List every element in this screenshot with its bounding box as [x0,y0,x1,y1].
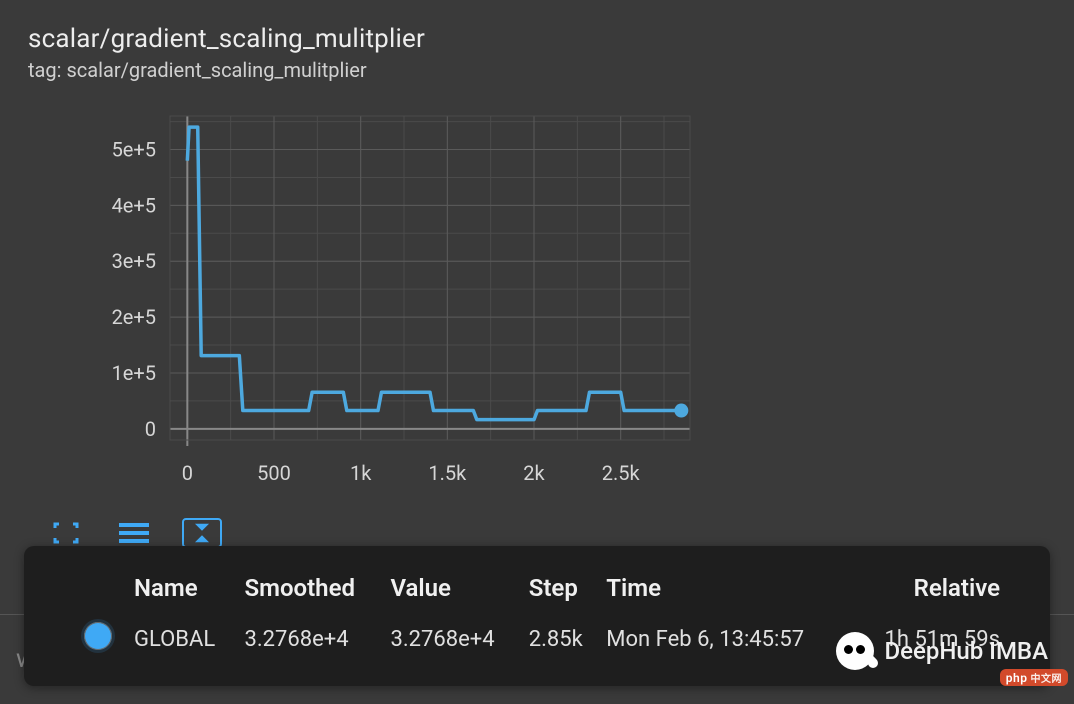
svg-text:3e+5: 3e+5 [112,249,156,273]
col-value: Value [390,574,528,614]
svg-text:5e+5: 5e+5 [112,138,156,162]
row-name: GLOBAL [134,614,244,656]
svg-text:2k: 2k [523,461,545,485]
col-time: Time [606,574,858,614]
svg-text:1k: 1k [350,461,372,485]
chart-header: scalar/gradient_scaling_mulitplier tag: … [0,0,1074,82]
row-step: 2.85k [529,614,607,656]
svg-text:2e+5: 2e+5 [112,305,156,329]
svg-text:4e+5: 4e+5 [112,193,156,217]
row-smoothed: 3.2768e+4 [244,614,390,656]
svg-text:1.5k: 1.5k [428,461,467,485]
watermark: DeepHub IMBA [836,632,1048,670]
col-relative: Relative [858,574,1010,614]
col-smoothed: Smoothed [244,574,390,614]
chart-title: scalar/gradient_scaling_mulitplier [28,24,1046,54]
svg-text:0: 0 [182,461,193,485]
svg-text:1e+5: 1e+5 [112,361,156,385]
svg-text:2.5k: 2.5k [602,461,641,485]
svg-text:0: 0 [145,417,156,441]
fit-domain-button[interactable] [182,518,222,548]
col-name: Name [134,574,244,614]
expand-button[interactable] [46,518,86,548]
row-time: Mon Feb 6, 13:45:57 [606,614,858,656]
php-badge: php中文网 [1000,669,1068,686]
row-value: 3.2768e+4 [390,614,528,656]
svg-text:500: 500 [257,461,291,485]
list-button[interactable] [114,518,154,548]
chart-area[interactable]: 0 1e+5 2e+5 3e+5 4e+5 5e+5 0 500 1k 1.5k 2k 2.5k [0,100,1074,500]
line-chart-svg: 0 1e+5 2e+5 3e+5 4e+5 5e+5 0 500 1k 1.5k 2k 2.5k [0,100,760,510]
series-marker-icon [84,622,112,650]
wechat-icon [836,632,874,670]
chart-subtitle: tag: scalar/gradient_scaling_mulitplier [28,58,1046,82]
col-step: Step [529,574,607,614]
watermark-text: DeepHub IMBA [884,637,1048,665]
